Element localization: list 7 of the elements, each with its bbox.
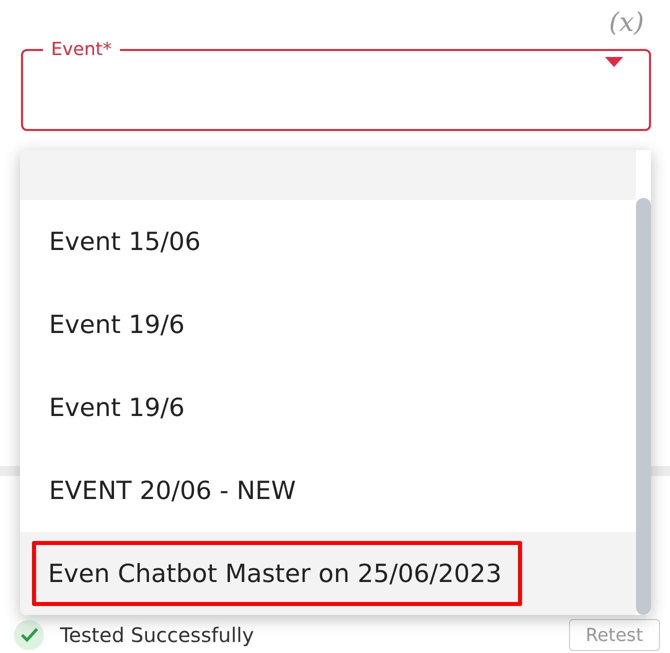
highlight-frame: Even Chatbot Master on 25/06/2023	[32, 541, 522, 606]
dropdown-option[interactable]: Even Chatbot Master on 25/06/2023	[20, 532, 636, 615]
event-dropdown-field[interactable]: Event*	[21, 39, 651, 131]
caret-icon	[605, 57, 623, 67]
dropdown-option[interactable]	[20, 150, 636, 200]
scrollbar-thumb[interactable]	[636, 198, 651, 615]
status-text: Tested Successfully	[60, 622, 254, 648]
